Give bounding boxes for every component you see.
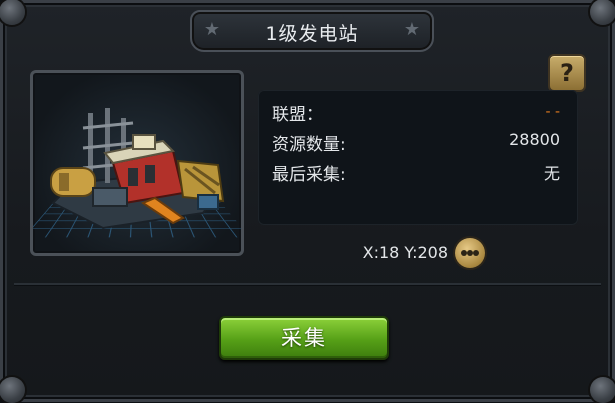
resource-row: 资源数量: 28800 (272, 130, 560, 156)
collect-button[interactable]: 采集 (219, 316, 389, 360)
resource-label: 资源数量: (272, 135, 346, 155)
last-collect-row: 最后采集: 无 (272, 160, 560, 186)
more-button[interactable] (455, 238, 485, 268)
alliance-label: 联盟： (272, 105, 323, 125)
help-button[interactable]: ? (548, 54, 586, 92)
dialog-title: 1级发电站 (265, 23, 359, 45)
star-icon: ★ (403, 19, 421, 40)
divider (14, 283, 601, 285)
title-bar: ★ 1级发电站 ★ (190, 10, 434, 52)
corner-bolt-icon (590, 0, 615, 25)
corner-bolt-icon (590, 377, 615, 403)
last-collect-value: 无 (543, 164, 560, 183)
power-station-image (50, 108, 225, 230)
info-panel: 联盟： - - 资源数量: 28800 最后采集: 无 (258, 90, 578, 225)
coordinates-text: X:18 Y:208 (362, 243, 448, 262)
last-collect-label: 最后采集: (272, 165, 346, 185)
corner-bolt-icon (0, 377, 25, 403)
question-mark-icon: ? (560, 59, 574, 87)
alliance-row: 联盟： - - (272, 100, 560, 126)
building-image-panel (30, 70, 244, 256)
resource-value: 28800 (509, 130, 560, 149)
alliance-value: - - (545, 104, 560, 120)
corner-bolt-icon (0, 0, 25, 25)
